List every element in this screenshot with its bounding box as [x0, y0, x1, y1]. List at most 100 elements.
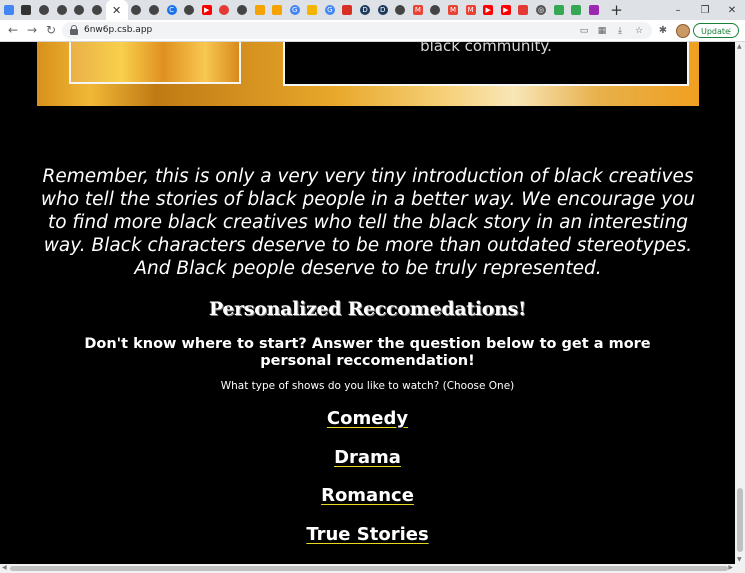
recommendations-subheading: Don't know where to start? Answer the qu… [84, 336, 651, 369]
scroll-up-icon[interactable]: ▲ [737, 43, 742, 50]
browser-tab-27[interactable]: ▶ [479, 0, 497, 20]
youtube-icon: ▶ [483, 5, 494, 15]
menu-dots-icon[interactable]: ⋮ [726, 24, 734, 39]
minimize-icon[interactable]: – [665, 0, 691, 20]
codesandbox-icon [74, 5, 85, 15]
flame-icon [272, 5, 283, 15]
browser-tab-3[interactable] [53, 0, 71, 20]
browser-tab-1[interactable] [18, 0, 36, 20]
intro-paragraph: Remember, this is only a very very tiny … [40, 166, 696, 279]
browser-tab-19[interactable] [339, 0, 357, 20]
google-icon: G [324, 5, 335, 15]
browser-tab-31[interactable] [550, 0, 568, 20]
browser-tab-9[interactable]: C [163, 0, 181, 20]
browser-tab-14[interactable] [251, 0, 269, 20]
tab-strip: ✕ C ▶ G G D D M M M ▶ ▶ ◎ + [0, 0, 745, 20]
browser-tab-24[interactable] [427, 0, 445, 20]
browser-tab-17[interactable] [304, 0, 322, 20]
browser-tab-4[interactable] [70, 0, 88, 20]
scroll-left-icon[interactable]: ◀ [2, 564, 7, 571]
option-comedy: Comedy [0, 408, 735, 429]
address-bar[interactable]: 6nw6p.csb.app ▭ ▦ ⤓ ☆ [62, 22, 652, 39]
url-text[interactable]: 6nw6p.csb.app [84, 24, 152, 37]
cast-icon[interactable]: ▭ [578, 24, 590, 37]
download-icon[interactable]: ⤓ [614, 24, 626, 37]
calendar-icon [342, 5, 353, 15]
horizontal-scroll-thumb[interactable] [10, 566, 728, 571]
browser-tab-26[interactable]: M [462, 0, 480, 20]
close-icon[interactable]: ✕ [112, 4, 121, 17]
browser-tab-25[interactable]: M [444, 0, 462, 20]
gmail-icon: M [465, 5, 476, 15]
new-tab-button[interactable]: + [607, 0, 627, 20]
browser-tab-6[interactable]: ✕ [105, 0, 128, 20]
page-viewport: black community. Remember, this is only … [0, 42, 735, 564]
browser-tab-13[interactable] [233, 0, 251, 20]
option-romance-link[interactable]: Romance [321, 485, 414, 506]
horizontal-scrollbar[interactable]: ◀ ▶ [0, 564, 745, 573]
option-true-stories-link[interactable]: True Stories [306, 524, 428, 545]
forward-icon[interactable]: → [24, 22, 40, 38]
banner-photo [69, 42, 241, 84]
browser-tab-5[interactable] [88, 0, 106, 20]
globe-icon: ◎ [536, 5, 547, 15]
codesandbox-icon [236, 5, 247, 15]
scroll-right-icon[interactable]: ▶ [728, 564, 733, 571]
browser-tab-7[interactable] [128, 0, 146, 20]
update-button[interactable]: Update ⋮ [693, 23, 739, 38]
gmail-icon: M [448, 5, 459, 15]
pinwheel-icon [588, 5, 599, 15]
codesandbox-icon [148, 5, 159, 15]
close-window-icon[interactable]: ✕ [719, 0, 745, 20]
browser-tab-2[interactable] [35, 0, 53, 20]
scroll-down-icon[interactable]: ▼ [737, 556, 742, 563]
profile-avatar[interactable] [676, 24, 690, 38]
codesandbox-icon [56, 5, 67, 15]
browser-tab-32[interactable] [567, 0, 585, 20]
codesandbox-icon [395, 5, 406, 15]
qr-code-icon[interactable]: ▦ [596, 24, 608, 37]
back-icon[interactable]: ← [5, 22, 21, 38]
restore-icon[interactable]: ❐ [692, 0, 718, 20]
option-comedy-link[interactable]: Comedy [327, 408, 408, 429]
browser-tab-18[interactable]: G [321, 0, 339, 20]
reload-icon[interactable]: ↻ [43, 22, 59, 38]
browser-tab-15[interactable] [268, 0, 286, 20]
lock-icon[interactable] [70, 25, 78, 35]
browser-tab-0[interactable] [0, 0, 18, 20]
codesandbox-icon [91, 5, 102, 15]
gmail-icon: M [412, 5, 423, 15]
browser-tab-33[interactable] [585, 0, 603, 20]
codesandbox-icon [38, 5, 49, 15]
vertical-scroll-thumb[interactable] [737, 488, 743, 552]
vertical-scrollbar[interactable]: ▲ ▼ [735, 42, 745, 564]
browser-tab-29[interactable] [515, 0, 533, 20]
google-icon: G [289, 5, 300, 15]
browser-tab-11[interactable]: ▶ [198, 0, 216, 20]
d-icon: D [377, 5, 388, 15]
browser-tab-22[interactable] [391, 0, 409, 20]
flame-icon [254, 5, 265, 15]
drive-icon [553, 5, 564, 15]
bookmark-icon [518, 5, 529, 15]
browser-tab-30[interactable]: ◎ [532, 0, 550, 20]
slides-icon [307, 5, 318, 15]
browser-tab-28[interactable]: ▶ [497, 0, 515, 20]
browser-tab-16[interactable]: G [286, 0, 304, 20]
option-drama-link[interactable]: Drama [334, 447, 401, 468]
red-circle-icon [219, 5, 230, 15]
youtube-icon: ▶ [201, 5, 212, 15]
browser-tab-20[interactable]: D [356, 0, 374, 20]
browser-tab-21[interactable]: D [374, 0, 392, 20]
extensions-icon[interactable]: ✱ [656, 23, 670, 37]
option-true-stories: True Stories [0, 524, 735, 545]
star-icon[interactable]: ☆ [633, 24, 645, 37]
option-romance: Romance [0, 485, 735, 506]
browser-tab-10[interactable] [180, 0, 198, 20]
browser-tab-23[interactable]: M [409, 0, 427, 20]
drive-icon [571, 5, 582, 15]
browser-tab-8[interactable] [145, 0, 163, 20]
notion-icon [21, 5, 32, 15]
browser-tab-12[interactable] [216, 0, 234, 20]
banner-caption: black community. [420, 42, 552, 55]
